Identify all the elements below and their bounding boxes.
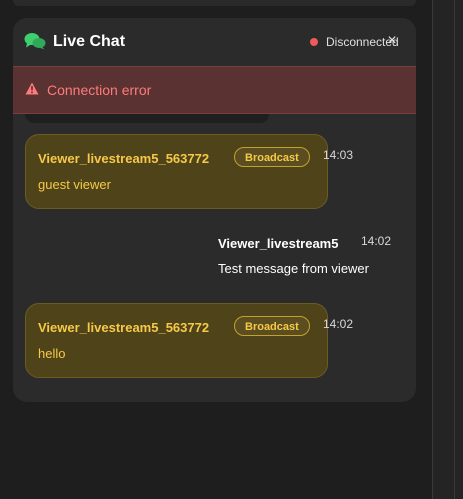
error-banner: Connection error <box>13 66 416 114</box>
broadcast-badge: Broadcast <box>234 147 310 167</box>
message-sender: Viewer_livestream5_563772 <box>38 151 210 166</box>
message-text: Test message from viewer <box>218 261 369 276</box>
message-text: hello <box>38 346 66 361</box>
chat-header: Live Chat Disconnected × <box>13 18 416 66</box>
broadcast-badge: Broadcast <box>234 316 310 336</box>
right-scrollbar-area[interactable] <box>432 0 463 499</box>
message-sender: Viewer_livestream5 <box>218 236 339 251</box>
message-time: 14:02 <box>361 234 392 248</box>
warning-icon <box>25 82 39 95</box>
broadcast-message-bubble: Viewer_livestream5_563772 Broadcast hell… <box>25 303 328 378</box>
message-sender: Viewer_livestream5_563772 <box>38 320 210 335</box>
divider <box>454 0 455 499</box>
clipped-message-bubble <box>25 114 269 123</box>
chat-bubbles-icon <box>24 33 46 50</box>
previous-panel-edge <box>13 0 416 6</box>
close-button[interactable]: × <box>384 33 400 49</box>
broadcast-message-bubble: Viewer_livestream5_563772 Broadcast gues… <box>25 134 328 209</box>
chat-title: Live Chat <box>53 33 126 50</box>
message-text: guest viewer <box>38 177 111 192</box>
status-dot <box>310 38 318 46</box>
message-time: 14:03 <box>323 148 354 162</box>
live-chat-panel: Live Chat Disconnected × Connection erro… <box>13 18 416 402</box>
message-time: 14:02 <box>323 317 354 331</box>
error-message: Connection error <box>47 82 152 98</box>
